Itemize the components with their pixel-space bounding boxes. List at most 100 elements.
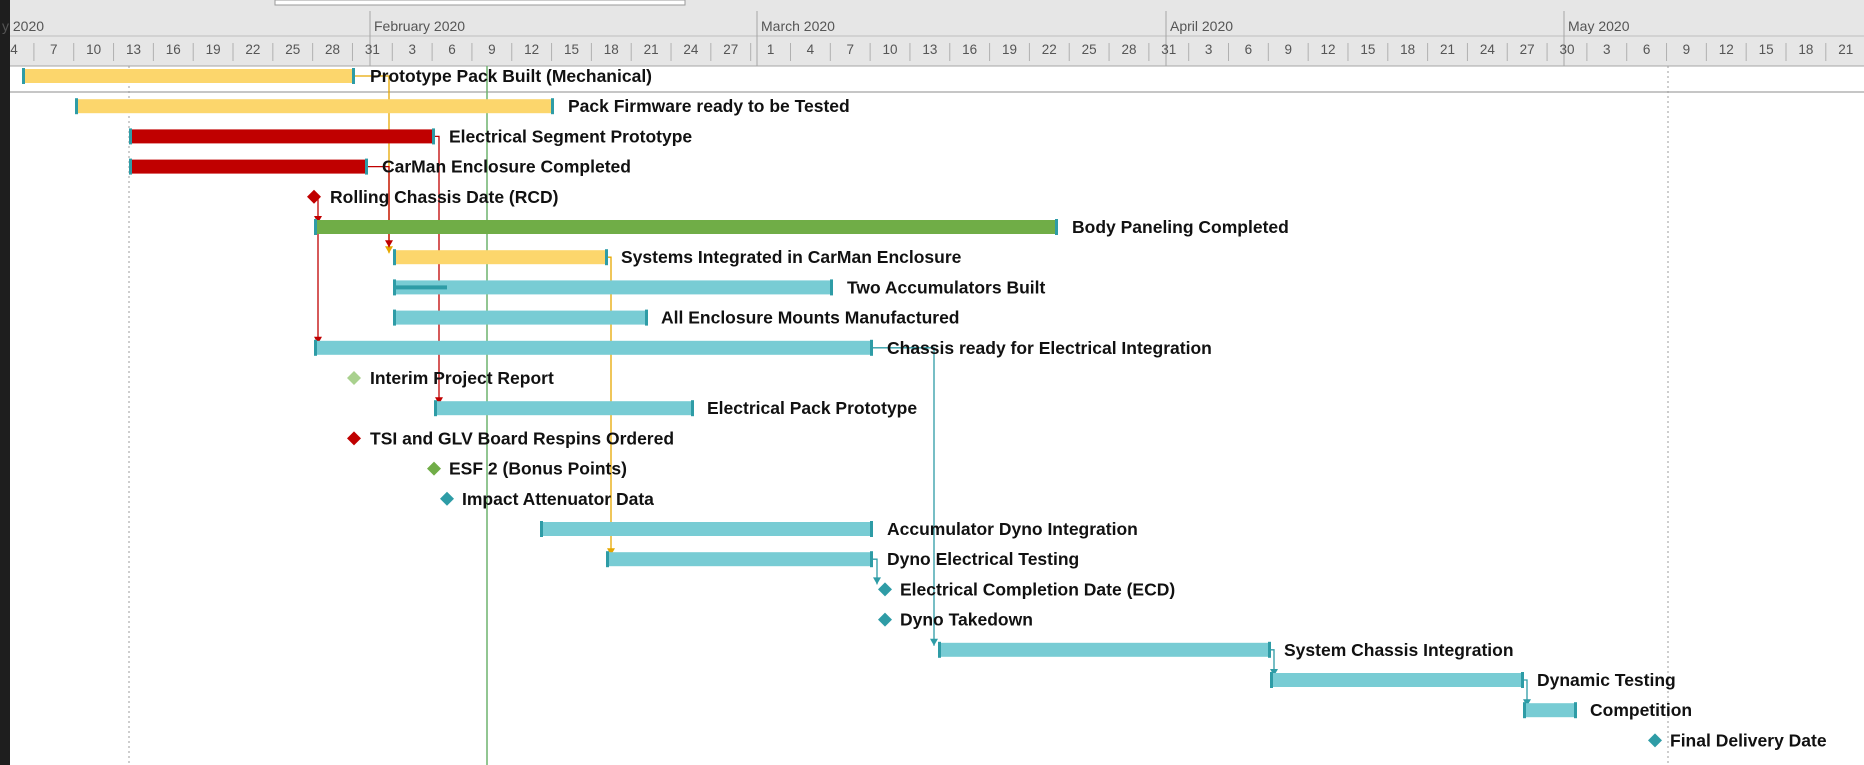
task-bar-end-cap xyxy=(830,279,833,296)
task-label: Two Accumulators Built xyxy=(847,277,1046,297)
header-tab-shape xyxy=(274,0,686,6)
day-label: 9 xyxy=(1284,42,1292,57)
task-bar-start-cap xyxy=(314,339,317,356)
task-bar-prototype-pack-built-mechanical[interactable] xyxy=(22,69,354,83)
day-label: 16 xyxy=(962,42,977,57)
task-bar-start-cap xyxy=(129,128,132,145)
task-bar-all-enclosure-mounts-manufactured[interactable] xyxy=(393,310,647,325)
task-label: Pack Firmware ready to be Tested xyxy=(568,96,850,116)
task-label: Competition xyxy=(1590,700,1692,720)
task-bar-start-cap xyxy=(393,249,396,266)
task-bar-dynamic-testing[interactable] xyxy=(1270,673,1523,687)
task-bar-electrical-segment-prototype[interactable] xyxy=(129,129,434,144)
day-label: 21 xyxy=(644,42,659,57)
day-label: 24 xyxy=(683,42,699,57)
task-bar-start-cap xyxy=(22,68,25,84)
task-label: Chassis ready for Electrical Integration xyxy=(887,338,1212,358)
task-bar-start-cap xyxy=(393,309,396,326)
day-label: 19 xyxy=(1002,42,1017,57)
day-label: 12 xyxy=(524,42,539,57)
month-label: February 2020 xyxy=(374,18,465,34)
day-label: 19 xyxy=(206,42,221,57)
task-label: Interim Project Report xyxy=(370,368,554,388)
task-bar-end-cap xyxy=(870,551,873,568)
task-bar-end-cap xyxy=(645,309,648,326)
task-bar-end-cap xyxy=(1521,672,1524,688)
task-bar-electrical-pack-prototype[interactable] xyxy=(434,401,693,416)
task-bar-start-cap xyxy=(938,641,941,658)
day-label: 7 xyxy=(50,42,58,57)
task-bar-end-cap xyxy=(365,158,368,175)
task-label: Body Paneling Completed xyxy=(1072,217,1289,237)
task-bar-end-cap xyxy=(1574,702,1577,719)
task-bar-system-chassis-integration[interactable] xyxy=(938,642,1270,657)
day-label: 15 xyxy=(1759,42,1774,57)
task-label: Impact Attenuator Data xyxy=(462,489,654,509)
task-bar-dyno-electrical-testing[interactable] xyxy=(606,552,872,567)
day-label: 10 xyxy=(86,42,101,57)
task-label: Systems Integrated in CarMan Enclosure xyxy=(621,247,962,267)
task-bar-accumulator-dyno-integration[interactable] xyxy=(540,522,872,536)
task-label: Dyno Electrical Testing xyxy=(887,549,1079,569)
day-label: 12 xyxy=(1719,42,1734,57)
day-label: 21 xyxy=(1440,42,1455,57)
task-bar-carman-enclosure-completed[interactable] xyxy=(129,159,367,174)
task-bar-end-cap xyxy=(1055,219,1058,235)
day-label: 28 xyxy=(1121,42,1136,57)
day-label: 6 xyxy=(1643,42,1651,57)
day-label: 9 xyxy=(488,42,496,57)
task-bar-pack-firmware-ready-to-be-tested[interactable] xyxy=(75,99,553,114)
task-bar-end-cap xyxy=(551,98,554,115)
day-label: 27 xyxy=(723,42,738,57)
task-bar-end-cap xyxy=(691,400,694,417)
day-label: 25 xyxy=(285,42,300,57)
task-bar-systems-integrated-in-carman-enclosure[interactable] xyxy=(393,250,607,265)
month-label: March 2020 xyxy=(761,18,835,34)
task-bar-body-paneling-completed[interactable] xyxy=(314,220,1057,234)
day-label: 3 xyxy=(1603,42,1611,57)
day-label: 22 xyxy=(245,42,260,57)
task-bar-end-cap xyxy=(605,249,608,266)
task-bar-start-cap xyxy=(434,400,437,417)
day-label: 31 xyxy=(365,42,380,57)
task-bar-start-cap xyxy=(606,551,609,568)
task-label: Accumulator Dyno Integration xyxy=(887,519,1138,539)
task-label: Electrical Pack Prototype xyxy=(707,398,917,418)
task-bar-start-cap xyxy=(1270,672,1273,688)
task-bar-end-cap xyxy=(352,68,355,84)
day-label: 18 xyxy=(604,42,619,57)
chart-background xyxy=(0,0,1864,765)
timescale-header: y 2020 February 2020 March 2020 April 2020 M… xyxy=(2,0,1864,67)
day-label: 25 xyxy=(1082,42,1097,57)
task-bar-two-accumulators-built[interactable] xyxy=(393,280,832,295)
day-label: 16 xyxy=(166,42,181,57)
task-bar-start-cap xyxy=(75,98,78,115)
day-label: 30 xyxy=(1559,42,1574,57)
progress-indicator xyxy=(393,285,447,290)
task-label: Dynamic Testing xyxy=(1537,670,1676,690)
day-label: 18 xyxy=(1400,42,1415,57)
left-panel-edge xyxy=(0,0,10,765)
month-label: May 2020 xyxy=(1568,18,1630,34)
task-bar-end-cap xyxy=(432,128,435,145)
day-label: 3 xyxy=(408,42,416,57)
task-bar-start-cap xyxy=(314,219,317,235)
day-label: 4 xyxy=(10,42,18,57)
task-bar-chassis-ready-for-electrical-integration[interactable] xyxy=(314,340,872,355)
day-label: 28 xyxy=(325,42,340,57)
task-label: TSI and GLV Board Respins Ordered xyxy=(370,428,674,448)
day-label: 24 xyxy=(1480,42,1496,57)
task-bar-start-cap xyxy=(1523,702,1526,719)
task-label: Dyno Takedown xyxy=(900,610,1033,630)
day-label: 21 xyxy=(1838,42,1853,57)
task-bar-end-cap xyxy=(870,339,873,356)
task-bar-end-cap xyxy=(1268,641,1271,658)
task-label: CarMan Enclosure Completed xyxy=(382,157,631,177)
day-label: 27 xyxy=(1520,42,1535,57)
day-label: 13 xyxy=(922,42,937,57)
task-bar-competition[interactable] xyxy=(1523,703,1576,718)
task-label: Electrical Completion Date (ECD) xyxy=(900,579,1175,599)
task-label: ESF 2 (Bonus Points) xyxy=(449,459,627,479)
day-label: 15 xyxy=(564,42,579,57)
day-label: 6 xyxy=(448,42,456,57)
